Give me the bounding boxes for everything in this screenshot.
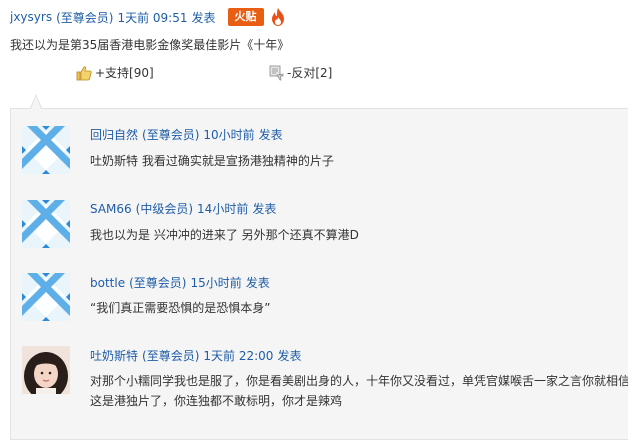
oppose-button[interactable]: -反对[2] bbox=[268, 64, 332, 81]
reply-username[interactable]: 吐奶斯特 bbox=[90, 349, 138, 363]
thumbs-up-icon bbox=[76, 65, 92, 80]
reply-user-level: (至尊会员) bbox=[142, 349, 200, 363]
oppose-label: -反对[2] bbox=[287, 66, 333, 80]
post-user-level: (至尊会员) bbox=[56, 10, 114, 25]
reply-time: 14小时前 bbox=[197, 202, 249, 216]
avatar[interactable] bbox=[22, 126, 70, 174]
support-button[interactable]: +支持[90] bbox=[76, 64, 154, 81]
reply-header: 吐奶斯特 (至尊会员) 1天前 22:00 发表 bbox=[90, 347, 305, 364]
flame-icon bbox=[271, 8, 284, 26]
reply-time: 1天前 22:00 bbox=[203, 349, 274, 363]
reply-text: 我也以为是 兴冲冲的进来了 另外那个还真不算港D bbox=[90, 228, 359, 242]
default-avatar-icon bbox=[22, 273, 70, 321]
reply-username[interactable]: bottle bbox=[90, 276, 125, 290]
reply-text: 对那个小糯同学我也是服了，你是看美剧出身的人，十年你又没看过，单凭官媒喉舌一家之… bbox=[90, 374, 628, 408]
post-username[interactable]: jxysyrs bbox=[10, 10, 52, 24]
reply-action: 发表 bbox=[277, 349, 302, 363]
user-photo bbox=[22, 346, 70, 394]
reply-header: 回归自然 (至尊会员) 10小时前 发表 bbox=[90, 126, 287, 143]
reply-username[interactable]: 回归自然 bbox=[90, 128, 138, 142]
hot-badge: 火贴 bbox=[227, 8, 264, 26]
default-avatar-icon bbox=[22, 126, 70, 174]
reply-text: “我们真正需要恐惧的是恐惧本身” bbox=[90, 301, 271, 315]
reply-header: SAM66 (中级会员) 14小时前 发表 bbox=[90, 200, 280, 217]
avatar[interactable] bbox=[22, 346, 70, 394]
thumbs-down-icon bbox=[269, 65, 284, 80]
post-time: 1天前 09:51 bbox=[117, 10, 188, 25]
default-avatar-icon bbox=[22, 200, 70, 248]
support-label: +支持[90] bbox=[95, 66, 154, 80]
reply-action: 发表 bbox=[245, 276, 270, 290]
reply-text: 吐奶斯特 我看过确实就是宣扬港独精神的片子 bbox=[90, 154, 334, 168]
post-header: jxysyrs (至尊会员) 1天前 09:51 发表 火贴 bbox=[10, 7, 286, 27]
reply-action: 发表 bbox=[258, 128, 283, 142]
avatar[interactable] bbox=[22, 273, 70, 321]
post-action: 发表 bbox=[191, 10, 216, 25]
reply-time: 15小时前 bbox=[190, 276, 242, 290]
reply-header: bottle (至尊会员) 15小时前 发表 bbox=[90, 274, 274, 291]
reply-user-level: (至尊会员) bbox=[142, 128, 200, 142]
post-text: 我还以为是第35届香港电影金像奖最佳影片《十年》 bbox=[10, 38, 290, 52]
reply-time: 10小时前 bbox=[203, 128, 255, 142]
avatar[interactable] bbox=[22, 200, 70, 248]
reply-user-level: (中级会员) bbox=[135, 202, 194, 216]
reply-action: 发表 bbox=[252, 202, 277, 216]
reply-user-level: (至尊会员) bbox=[129, 276, 187, 290]
reply-username[interactable]: SAM66 bbox=[90, 202, 132, 216]
